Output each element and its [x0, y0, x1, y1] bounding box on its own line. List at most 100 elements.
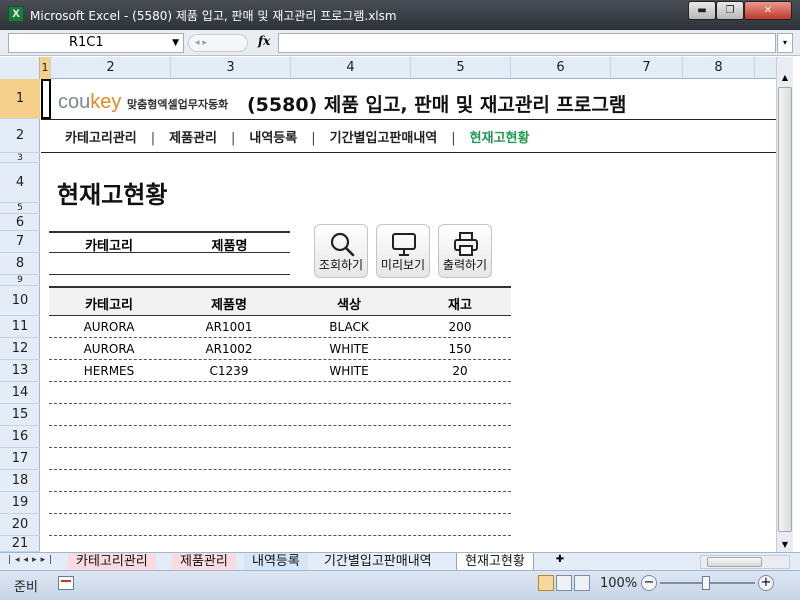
table-row[interactable]: AURORA AR1002 WHITE 150 [49, 338, 511, 360]
column-header[interactable]: 8 [683, 57, 755, 79]
page-break-preview-icon[interactable] [574, 575, 590, 591]
row-header[interactable]: 11 [0, 316, 40, 338]
table-row[interactable] [49, 470, 511, 492]
stock-table-header: 카테고리 제품명 색상 재고 [49, 286, 511, 316]
maximize-button[interactable]: ❐ [716, 1, 744, 20]
row-header[interactable]: 21 [0, 536, 40, 552]
row-header[interactable]: 5 [0, 203, 40, 214]
nav-item-stock[interactable]: 현재고현황 [470, 131, 530, 146]
table-cell[interactable]: AURORA [49, 342, 169, 356]
worksheet-area[interactable]: coukey 맞춤형엑셀업무자동화 (5580) 제품 입고, 판매 및 재고관… [41, 79, 776, 552]
row-header[interactable]: 13 [0, 360, 40, 382]
column-header[interactable]: 4 [291, 57, 411, 79]
vertical-scrollbar[interactable]: ▲ ▼ [776, 57, 793, 552]
row-header[interactable]: 6 [0, 214, 40, 231]
table-cell[interactable]: C1239 [169, 364, 289, 378]
table-row[interactable] [49, 426, 511, 448]
row-header[interactable]: 10 [0, 286, 40, 316]
table-row[interactable] [49, 404, 511, 426]
chevron-down-icon[interactable]: ▼ [172, 34, 179, 52]
horizontal-scrollbar[interactable] [700, 555, 790, 569]
column-header[interactable]: 3 [171, 57, 291, 79]
column-header[interactable]: 6 [511, 57, 611, 79]
excel-app-icon[interactable]: X [8, 6, 24, 22]
row-header[interactable]: 1 [0, 79, 40, 119]
sheet-tab-category[interactable]: 카테고리관리 [68, 553, 156, 571]
zoom-slider-thumb[interactable] [702, 576, 710, 590]
row-header[interactable]: 12 [0, 338, 40, 360]
row-header[interactable]: 16 [0, 426, 40, 448]
preview-button-label: 미리보기 [380, 258, 426, 272]
scroll-down-icon[interactable]: ▼ [777, 538, 793, 552]
sheet-tab-period[interactable]: 기간별입고판매내역 [316, 553, 440, 571]
scroll-thumb[interactable] [707, 557, 762, 567]
nav-item-period[interactable]: 기간별입고판매내역 [330, 131, 438, 146]
column-header[interactable]: 5 [411, 57, 511, 79]
normal-view-icon[interactable] [538, 575, 554, 591]
insert-sheet-icon[interactable]: ✚ [552, 554, 568, 568]
row-header[interactable]: 9 [0, 275, 40, 286]
table-row[interactable]: AURORA AR1001 BLACK 200 [49, 316, 511, 338]
sheet-tab-product[interactable]: 제품관리 [172, 553, 236, 571]
table-row[interactable] [49, 492, 511, 514]
insert-function-icon[interactable]: fx [258, 34, 270, 48]
zoom-level[interactable]: 100% [600, 576, 637, 591]
sheet-tab-entry[interactable]: 내역등록 [244, 553, 308, 571]
zoom-in-icon[interactable]: + [758, 575, 774, 591]
expand-formula-bar-button[interactable]: ▾ [777, 33, 793, 53]
row-header[interactable]: 19 [0, 492, 40, 514]
sheet-tab-stock[interactable]: 현재고현황 [456, 553, 534, 571]
select-all-corner[interactable] [0, 57, 40, 79]
table-row[interactable] [49, 382, 511, 404]
nav-item-product[interactable]: 제품관리 [169, 131, 217, 146]
row-header[interactable]: 15 [0, 404, 40, 426]
column-header[interactable]: 7 [611, 57, 683, 79]
search-button[interactable]: 조회하기 [314, 224, 368, 278]
row-header[interactable]: 7 [0, 231, 40, 253]
search-category-input[interactable] [49, 253, 169, 274]
row-header[interactable]: 3 [0, 153, 40, 163]
zoom-out-icon[interactable]: − [641, 575, 657, 591]
preview-button[interactable]: 미리보기 [376, 224, 430, 278]
logo-main: cou [58, 91, 91, 113]
table-cell[interactable]: 200 [409, 320, 511, 334]
formula-input[interactable] [278, 33, 776, 53]
row-header[interactable]: 8 [0, 253, 40, 275]
nav-item-category[interactable]: 카테고리관리 [65, 131, 137, 146]
scroll-thumb[interactable] [778, 87, 792, 532]
macro-record-icon[interactable] [58, 576, 74, 590]
print-button[interactable]: 출력하기 [438, 224, 492, 278]
tab-navigation-icons[interactable]: |◂◂▸▸| [8, 555, 56, 565]
table-row[interactable]: HERMES C1239 WHITE 20 [49, 360, 511, 382]
scroll-up-icon[interactable]: ▲ [777, 71, 793, 85]
search-product-input[interactable] [169, 253, 290, 274]
table-cell[interactable]: WHITE [289, 342, 409, 356]
formula-expand-handle[interactable]: ◂ ▸ [188, 34, 248, 52]
active-cell[interactable] [41, 79, 51, 119]
table-cell[interactable]: BLACK [289, 320, 409, 334]
table-cell[interactable]: 150 [409, 342, 511, 356]
minimize-button[interactable]: ▬ [688, 1, 716, 20]
column-header[interactable]: 1 [40, 57, 51, 79]
table-row[interactable] [49, 448, 511, 470]
row-header[interactable]: 2 [0, 119, 40, 153]
row-header[interactable]: 20 [0, 514, 40, 536]
table-cell[interactable]: AR1002 [169, 342, 289, 356]
column-header[interactable]: 2 [51, 57, 171, 79]
table-cell[interactable]: 20 [409, 364, 511, 378]
table-row[interactable] [49, 514, 511, 536]
table-cell[interactable]: HERMES [49, 364, 169, 378]
name-box[interactable]: R1C1 ▼ [8, 33, 184, 53]
row-header[interactable]: 18 [0, 470, 40, 492]
table-cell[interactable]: AR1001 [169, 320, 289, 334]
page-layout-icon[interactable] [556, 575, 572, 591]
table-cell[interactable]: WHITE [289, 364, 409, 378]
nav-item-entry[interactable]: 내역등록 [249, 131, 297, 146]
excel-window: X Microsoft Excel - (5580) 제품 입고, 판매 및 재… [0, 0, 800, 600]
close-button[interactable]: ✕ [744, 1, 792, 20]
table-cell[interactable]: AURORA [49, 320, 169, 334]
row-header[interactable]: 14 [0, 382, 40, 404]
row-header[interactable]: 17 [0, 448, 40, 470]
row-header[interactable]: 4 [0, 163, 40, 203]
logo-tagline: 맞춤형엑셀업무자동화 [127, 98, 229, 111]
